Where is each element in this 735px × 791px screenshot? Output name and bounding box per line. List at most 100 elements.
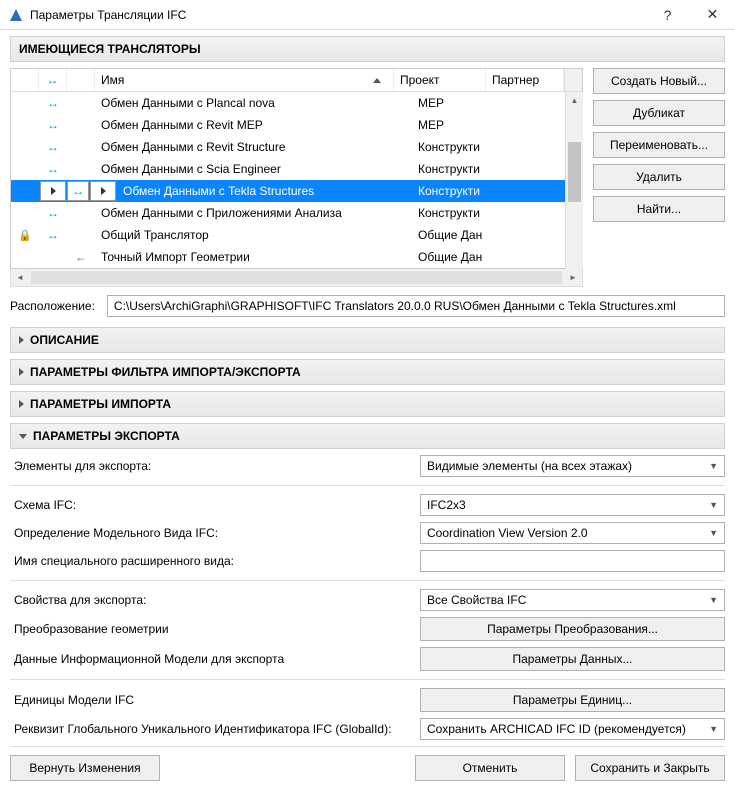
- play-button-right[interactable]: [90, 181, 116, 201]
- row-name: Обмен Данными с Приложениями Анализа: [95, 206, 412, 220]
- table-row[interactable]: ←Точный Импорт ГеометрииОбщие Дан: [11, 246, 582, 268]
- table-row[interactable]: ↔Обмен Данными с Revit StructureКонструк…: [11, 136, 582, 158]
- col-dir[interactable]: [67, 69, 95, 91]
- save-close-button[interactable]: Сохранить и Закрыть: [575, 755, 725, 781]
- col-scroll-gutter: [564, 69, 582, 91]
- units-params-button[interactable]: Параметры Единиц...: [420, 688, 725, 712]
- revert-button[interactable]: Вернуть Изменения: [10, 755, 160, 781]
- col-lock[interactable]: [11, 69, 39, 91]
- ext-view-label: Имя специального расширенного вида:: [10, 554, 420, 568]
- table-row[interactable]: ↔ Обмен Данными с Tekla StructuresКонстру…: [11, 180, 582, 202]
- direction-icon: ↔: [39, 162, 67, 176]
- grid-header: ↔ Имя Проект Партнер: [11, 69, 582, 92]
- dropdown-icon: ▼: [709, 500, 718, 510]
- cancel-button[interactable]: Отменить: [415, 755, 565, 781]
- section-translators: ИМЕЮЩИЕСЯ ТРАНСЛЯТОРЫ: [10, 36, 725, 62]
- create-new-button[interactable]: Создать Новый...: [593, 68, 725, 94]
- schema-label: Схема IFC:: [10, 498, 420, 512]
- direction-icon: ↔: [39, 96, 67, 110]
- duplicate-button[interactable]: Дубликат: [593, 100, 725, 126]
- geom-label: Преобразование геометрии: [10, 622, 420, 636]
- location-input[interactable]: C:\Users\ArchiGraphi\GRAPHISOFT\IFC Tran…: [107, 295, 725, 317]
- scroll-right-icon[interactable]: ►: [564, 269, 582, 287]
- vertical-scrollbar[interactable]: ▲ ▼: [565, 92, 583, 287]
- chevron-right-icon: [19, 368, 24, 376]
- find-button[interactable]: Найти...: [593, 196, 725, 222]
- dropdown-icon: ▼: [709, 461, 718, 471]
- table-row[interactable]: ↔ Обмен Данными с Scia EngineerКонструкти: [11, 158, 582, 180]
- ext-view-input[interactable]: [420, 550, 725, 572]
- location-label: Расположение:: [10, 299, 95, 313]
- row-project: Общие Дан: [412, 250, 504, 264]
- play-icon: [101, 187, 106, 195]
- section-filter-params[interactable]: ПАРАМЕТРЫ ФИЛЬТРА ИМПОРТА/ЭКСПОРТА: [10, 359, 725, 385]
- translators-grid[interactable]: ↔ Имя Проект Партнер ↔ Обмен Данными с Pl…: [10, 68, 583, 269]
- row-project: Конструкти: [412, 184, 504, 198]
- row-project: MEP: [412, 118, 504, 132]
- app-icon: [8, 7, 24, 23]
- mvd-select[interactable]: Coordination View Version 2.0▼: [420, 522, 725, 544]
- row-project: Конструкти: [412, 140, 504, 154]
- direction-icon: ↔: [39, 140, 67, 154]
- row-name: Общий Транслятор: [95, 228, 412, 242]
- table-row[interactable]: ↔ Обмен Данными с Plancal novaMEP: [11, 92, 582, 114]
- row-name: Точный Импорт Геометрии: [95, 250, 412, 264]
- col-partner[interactable]: Партнер: [486, 69, 564, 91]
- bim-data-label: Данные Информационной Модели для экспорт…: [10, 652, 420, 666]
- col-name[interactable]: Имя: [95, 69, 394, 91]
- table-row[interactable]: ↔ Обмен Данными с Revit MEPMEP: [11, 114, 582, 136]
- direction-icon: ↔: [39, 206, 67, 220]
- elements-export-label: Элементы для экспорта:: [10, 459, 420, 473]
- mvd-label: Определение Модельного Вида IFC:: [10, 526, 420, 540]
- lock-icon: 🔒: [18, 230, 32, 242]
- props-export-label: Свойства для экспорта:: [10, 593, 420, 607]
- section-export-params[interactable]: ПАРАМЕТРЫ ЭКСПОРТА: [10, 423, 725, 449]
- sort-asc-icon: [373, 78, 381, 83]
- rename-button[interactable]: Переименовать...: [593, 132, 725, 158]
- scroll-thumb-h[interactable]: [31, 271, 562, 284]
- chevron-right-icon: [19, 400, 24, 408]
- dropdown-icon: ▼: [709, 528, 718, 538]
- direction-icon: ↔: [67, 181, 89, 201]
- units-label: Единицы Модели IFC: [10, 693, 420, 707]
- play-button-left[interactable]: [40, 181, 66, 201]
- dropdown-icon: ▼: [709, 724, 718, 734]
- guid-label: Реквизит Глобального Уникального Идентиф…: [10, 722, 420, 736]
- table-row[interactable]: ↔ Обмен Данными с Приложениями АнализаКон…: [11, 202, 582, 224]
- chevron-right-icon: [19, 336, 24, 344]
- section-translators-title: ИМЕЮЩИЕСЯ ТРАНСЛЯТОРЫ: [19, 42, 201, 56]
- play-icon: [51, 187, 56, 195]
- close-button[interactable]: ✕: [690, 0, 735, 30]
- row-name: Обмен Данными с Plancal nova: [95, 96, 412, 110]
- table-row[interactable]: 🔒 ↔ Общий ТрансляторОбщие Дан: [11, 224, 582, 246]
- col-project[interactable]: Проект: [394, 69, 486, 91]
- row-project: MEP: [412, 96, 504, 110]
- scroll-up-icon[interactable]: ▲: [566, 92, 583, 110]
- titlebar: Параметры Трансляции IFC ? ✕: [0, 0, 735, 30]
- row-name: Обмен Данными с Tekla Structures: [117, 184, 412, 198]
- direction-icon: ↔: [39, 118, 67, 132]
- help-button[interactable]: ?: [645, 0, 690, 30]
- props-export-select[interactable]: Все Свойства IFC▼: [420, 589, 725, 611]
- guid-select[interactable]: Сохранить ARCHICAD IFC ID (рекомендуется…: [420, 718, 725, 740]
- bim-data-params-button[interactable]: Параметры Данных...: [420, 647, 725, 671]
- horizontal-scrollbar[interactable]: ◄ ►: [10, 269, 583, 287]
- geom-params-button[interactable]: Параметры Преобразования...: [420, 617, 725, 641]
- section-description[interactable]: ОПИСАНИЕ: [10, 327, 725, 353]
- window-title: Параметры Трансляции IFC: [30, 8, 645, 22]
- direction-icon: ↔: [39, 228, 67, 242]
- direction-icon: ←: [67, 250, 95, 264]
- row-name: Обмен Данными с Revit MEP: [95, 118, 412, 132]
- elements-export-select[interactable]: Видимые элементы (на всех этажах)▼: [420, 455, 725, 477]
- section-import-params[interactable]: ПАРАМЕТРЫ ИМПОРТА: [10, 391, 725, 417]
- dropdown-icon: ▼: [709, 595, 718, 605]
- row-project: Конструкти: [412, 162, 504, 176]
- col-dir-both-icon[interactable]: ↔: [39, 69, 67, 91]
- row-project: Конструкти: [412, 206, 504, 220]
- row-project: Общие Дан: [412, 228, 504, 242]
- schema-select[interactable]: IFC2x3▼: [420, 494, 725, 516]
- scroll-left-icon[interactable]: ◄: [11, 269, 29, 287]
- row-name: Обмен Данными с Scia Engineer: [95, 162, 412, 176]
- delete-button[interactable]: Удалить: [593, 164, 725, 190]
- scroll-thumb[interactable]: [568, 142, 581, 202]
